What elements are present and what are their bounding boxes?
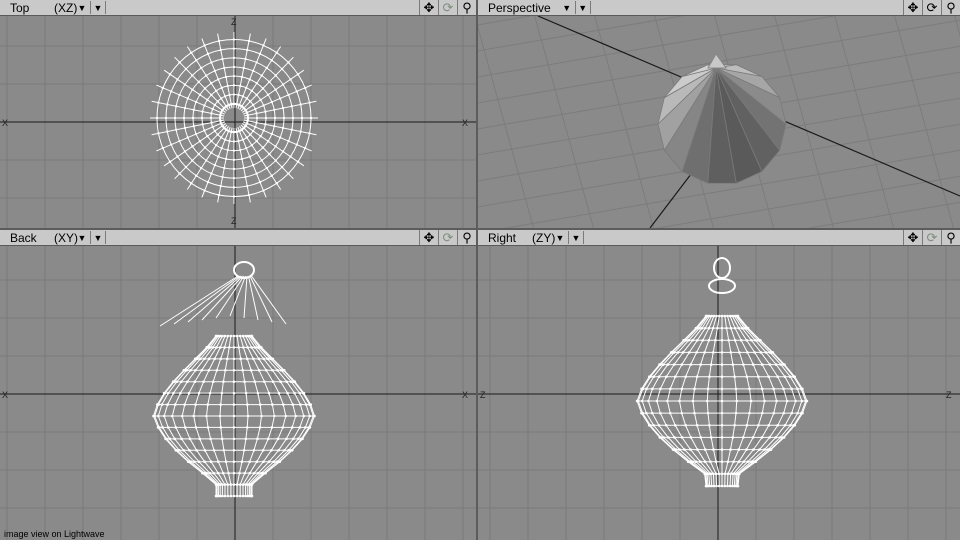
caption-text: image view on Lightwave bbox=[4, 529, 105, 539]
viewport-canvas-top[interactable]: X X Z Z bbox=[0, 16, 476, 228]
chevron-down-icon[interactable]: ▼ bbox=[554, 233, 566, 243]
move-icon[interactable]: ✥ bbox=[419, 0, 438, 15]
axis-label-z-right: Z bbox=[946, 390, 952, 400]
stem-ring bbox=[219, 103, 249, 133]
magnifier-icon[interactable]: ⚲ bbox=[457, 230, 476, 245]
viewport-titlebar: Right (ZY) ▼ ▼ ✥ ⟳ ⚲ bbox=[478, 230, 960, 246]
viewport-name[interactable]: Perspective bbox=[488, 1, 551, 15]
axis-label-z-bottom: Z bbox=[231, 216, 237, 226]
rotate-icon[interactable]: ⟳ bbox=[922, 230, 941, 245]
axis-label-z-top: Z bbox=[231, 17, 237, 27]
viewport-titlebar: Back (XY) ▼ ▼ ✥ ⟳ ⚲ bbox=[0, 230, 476, 246]
stem-cap bbox=[713, 257, 731, 279]
viewport-right[interactable]: Right (ZY) ▼ ▼ ✥ ⟳ ⚲ ZZ bbox=[478, 230, 960, 540]
rotate-icon[interactable]: ⟳ bbox=[438, 230, 457, 245]
grid bbox=[478, 246, 960, 540]
axis-label-z-left: Z bbox=[480, 390, 486, 400]
stem-cap bbox=[233, 261, 255, 279]
viewport-perspective[interactable]: Perspective ▼ ▼ ✥ ⟳ ⚲ bbox=[478, 0, 960, 228]
view-axis-selector[interactable]: (ZY) bbox=[532, 231, 555, 245]
viewport-canvas-right[interactable]: ZZ bbox=[478, 246, 960, 540]
view-axis-selector[interactable]: (XZ) bbox=[54, 1, 77, 15]
stem-ring bbox=[708, 278, 736, 294]
viewport-titlebar: Top (XZ) ▼ ▼ ✥ ⟳ ⚲ bbox=[0, 0, 476, 16]
magnifier-icon[interactable]: ⚲ bbox=[457, 0, 476, 15]
magnifier-icon[interactable]: ⚲ bbox=[941, 230, 960, 245]
chevron-down-icon[interactable]: ▼ bbox=[76, 3, 88, 13]
rotate-icon[interactable]: ⟳ bbox=[922, 0, 941, 15]
viewport-divider-vertical[interactable] bbox=[476, 0, 478, 540]
view-axis-selector[interactable]: (XY) bbox=[54, 231, 78, 245]
viewport-name: Back bbox=[10, 230, 37, 245]
axis-label-x-left: X bbox=[2, 390, 8, 400]
render-mode-dropdown[interactable]: ▼ bbox=[568, 231, 584, 244]
viewport-divider-horizontal[interactable] bbox=[0, 228, 960, 230]
viewport-top[interactable]: Top (XZ) ▼ ▼ ✥ ⟳ ⚲ X X Z Z bbox=[0, 0, 476, 228]
rotate-icon[interactable]: ⟳ bbox=[438, 0, 457, 15]
viewport-name: Right bbox=[488, 230, 517, 245]
move-icon[interactable]: ✥ bbox=[419, 230, 438, 245]
axis-label-x-right: X bbox=[462, 390, 468, 400]
axis-label-x-right: X bbox=[462, 118, 468, 128]
move-icon[interactable]: ✥ bbox=[903, 0, 922, 15]
viewport-canvas-back[interactable]: XX bbox=[0, 246, 476, 540]
viewport-titlebar: Perspective ▼ ▼ ✥ ⟳ ⚲ bbox=[478, 0, 960, 16]
render-mode-dropdown[interactable]: ▼ bbox=[90, 231, 106, 244]
render-mode-dropdown[interactable]: ▼ bbox=[574, 1, 591, 14]
chevron-down-icon[interactable]: ▼ bbox=[561, 3, 573, 13]
viewport-name: Top bbox=[10, 0, 30, 15]
viewport-back[interactable]: Back (XY) ▼ ▼ ✥ ⟳ ⚲ XX bbox=[0, 230, 476, 540]
axis-label-x-left: X bbox=[2, 118, 8, 128]
move-icon[interactable]: ✥ bbox=[903, 230, 922, 245]
render-mode-dropdown[interactable]: ▼ bbox=[90, 1, 106, 14]
magnifier-icon[interactable]: ⚲ bbox=[941, 0, 960, 15]
chevron-down-icon[interactable]: ▼ bbox=[76, 233, 88, 243]
shaded-fruit bbox=[657, 64, 787, 184]
viewport-canvas-perspective[interactable] bbox=[478, 16, 960, 228]
